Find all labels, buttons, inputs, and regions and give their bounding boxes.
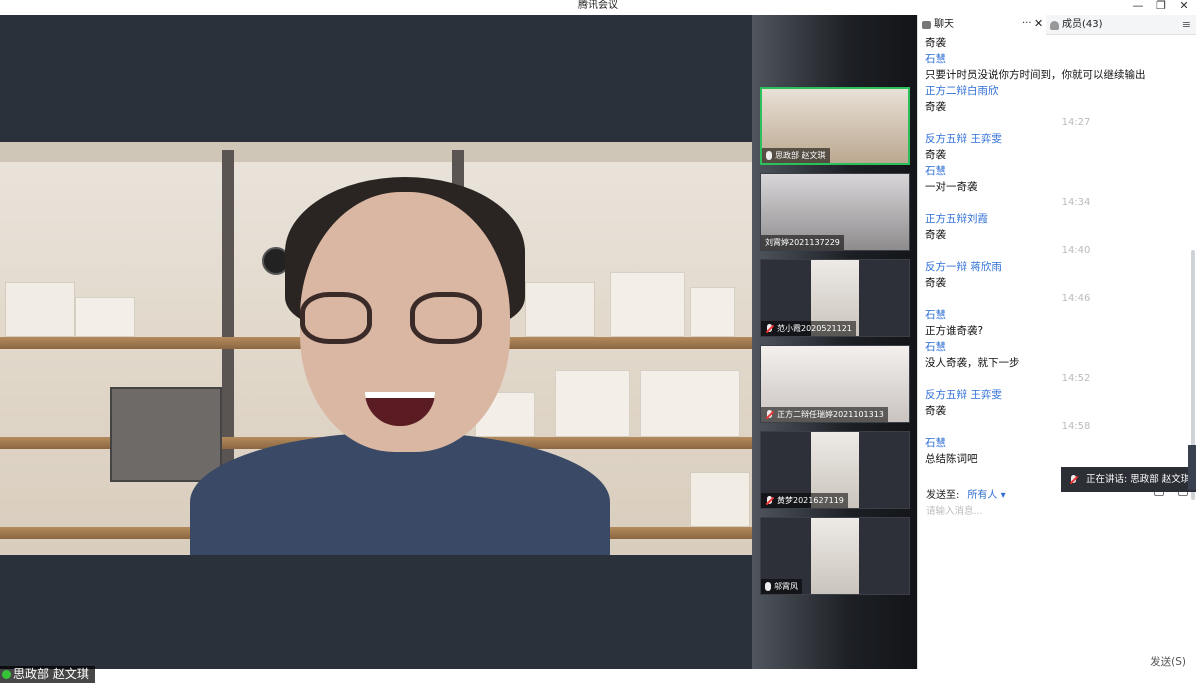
send-to-dropdown[interactable]: 所有人 ▾: [967, 486, 1005, 501]
message-text: 总结陈词吧: [925, 453, 978, 465]
thumbnail-label: 邬霄风: [761, 579, 802, 594]
message-timestamp: 14:27: [1061, 117, 1091, 128]
thumbnail-name: 刘霄婷2021137229: [765, 238, 840, 247]
send-button[interactable]: 发送(S): [1150, 654, 1186, 669]
message-sender: 石慧: [925, 341, 946, 353]
message-text: 奇袭: [925, 277, 946, 289]
message-sender: 反方五辩 王弈雯: [925, 389, 1002, 401]
message-text: 奇袭: [925, 405, 946, 417]
thumbnail-name: 正方二辩任瑞婷2021101313: [777, 410, 884, 419]
mic-icon: [766, 151, 772, 160]
message-text: 一对一奇袭: [925, 181, 978, 193]
thumbnail-name: 范小霞2020521121: [777, 324, 852, 333]
side-handle[interactable]: [1188, 445, 1196, 490]
video-background-wall: [0, 142, 752, 162]
glasses-left: [300, 292, 372, 344]
mic-icon: [1069, 475, 1078, 484]
message-sender: 正方二辩白雨欣: [925, 85, 999, 97]
panel-tabs: 聊天 ··· ✕ 成员(43) ≡: [918, 15, 1196, 35]
participant-thumbnail[interactable]: 思政部 赵文琪: [760, 87, 910, 165]
books: [610, 272, 685, 337]
thumbnail-label: 范小霞2020521121: [761, 321, 856, 336]
thumbnail-label: 思政部 赵文琪: [762, 148, 830, 163]
glasses-right: [410, 292, 482, 344]
thumbnail-label: 正方二辩任瑞婷2021101313: [761, 407, 888, 422]
send-target-row: 发送至: 所有人 ▾: [926, 486, 1006, 501]
participant-thumbnail[interactable]: 黄梦2021627119: [760, 431, 910, 509]
message-input[interactable]: 请输入消息...: [926, 503, 983, 517]
restore-button[interactable]: ❐: [1151, 0, 1171, 14]
mic-muted-icon: [765, 410, 774, 419]
message-text: 奇袭: [925, 229, 946, 241]
close-chat-button[interactable]: ✕: [1034, 15, 1043, 33]
participant-thumbnail[interactable]: 刘霄婷2021137229: [760, 173, 910, 251]
books: [690, 287, 735, 337]
thumbnail-video: [811, 518, 859, 594]
mic-active-icon: [2, 670, 11, 679]
participant-thumbnail[interactable]: 正方二辩任瑞婷2021101313: [760, 345, 910, 423]
storage-box: [5, 282, 75, 337]
message-sender: 正方五辩刘霞: [925, 213, 988, 225]
message-sender: 石慧: [925, 53, 946, 65]
message-sender: 石慧: [925, 165, 946, 177]
speaking-indicator: 正在讲话: 思政部 赵文琪: [1061, 467, 1196, 492]
books: [640, 370, 740, 437]
mic-muted-icon: [765, 496, 774, 505]
message-text: 正方谁奇袭?: [925, 325, 984, 337]
thumbnail-name: 黄梦2021627119: [777, 496, 844, 505]
thumbnail-label: 刘霄婷2021137229: [761, 235, 844, 250]
message-text: 没人奇袭，就下一步: [925, 357, 1020, 369]
speaking-text: 正在讲话: 思政部 赵文琪: [1086, 474, 1191, 485]
close-button[interactable]: ✕: [1174, 0, 1194, 14]
message-text: 只要计时员没说你方时间到，你就可以继续输出: [925, 69, 1146, 81]
mic-icon: [765, 582, 771, 591]
storage-box: [690, 472, 750, 527]
tab-members[interactable]: 成员(43): [1046, 15, 1176, 35]
message-text: 奇袭: [925, 101, 946, 113]
message-sender: 石慧: [925, 437, 946, 449]
thumbnail-name: 邬霄风: [774, 582, 798, 591]
chat-panel: 聊天 ··· ✕ 成员(43) ≡ 奇袭 石慧 只要计时员没说你方时间到，你就可以继…: [917, 15, 1196, 669]
message-sender: 反方一辩 蒋欣雨: [925, 261, 1002, 273]
message-timestamp: 14:34: [1061, 197, 1091, 208]
more-options-button[interactable]: ···: [1022, 15, 1032, 33]
chevron-down-icon: ▾: [1000, 490, 1006, 501]
message-sender: 反方五辩 王弈雯: [925, 133, 1002, 145]
message-timestamp: 14:52: [1061, 373, 1091, 384]
window-title: 腾讯会议: [578, 0, 618, 11]
message-timestamp: 14:40: [1061, 245, 1091, 256]
mic-muted-icon: [765, 324, 774, 333]
participant-thumbnail[interactable]: 范小霞2020521121: [760, 259, 910, 337]
send-to-value: 所有人: [967, 490, 998, 501]
books: [555, 370, 630, 437]
members-icon: [1050, 20, 1059, 30]
message-timestamp: 14:58: [1061, 421, 1091, 432]
storage-box: [525, 282, 595, 337]
send-to-label: 发送至:: [926, 490, 960, 501]
main-video-stage[interactable]: 思政部 赵文琪: [0, 15, 752, 683]
participant-thumbnail-strip: 思政部 赵文琪 刘霄婷2021137229 范小霞2020521121 正方二辩…: [752, 15, 917, 669]
title-bar: 腾讯会议 — ❐ ✕: [0, 0, 1196, 15]
thumbnail-label: 黄梦2021627119: [761, 493, 848, 508]
message-text: 奇袭: [925, 37, 946, 49]
minimize-button[interactable]: —: [1128, 0, 1148, 14]
tab-members-label: 成员(43): [1062, 19, 1103, 30]
message-timestamp: 14:46: [1061, 293, 1091, 304]
chat-message-list[interactable]: 奇袭 石慧 只要计时员没说你方时间到，你就可以继续输出 正方二辩白雨欣 奇袭 14:27 反…: [925, 35, 1187, 475]
books: [75, 297, 135, 337]
chat-icon: [922, 21, 931, 29]
message-sender: 石慧: [925, 309, 946, 321]
participant-thumbnail[interactable]: 邬霄风: [760, 517, 910, 595]
laptop: [110, 387, 222, 482]
thumbnail-name: 思政部 赵文琪: [775, 151, 826, 160]
message-text: 奇袭: [925, 149, 946, 161]
main-video[interactable]: [0, 142, 752, 555]
menu-icon[interactable]: ≡: [1182, 15, 1191, 35]
tab-chat-label: 聊天: [934, 19, 954, 30]
